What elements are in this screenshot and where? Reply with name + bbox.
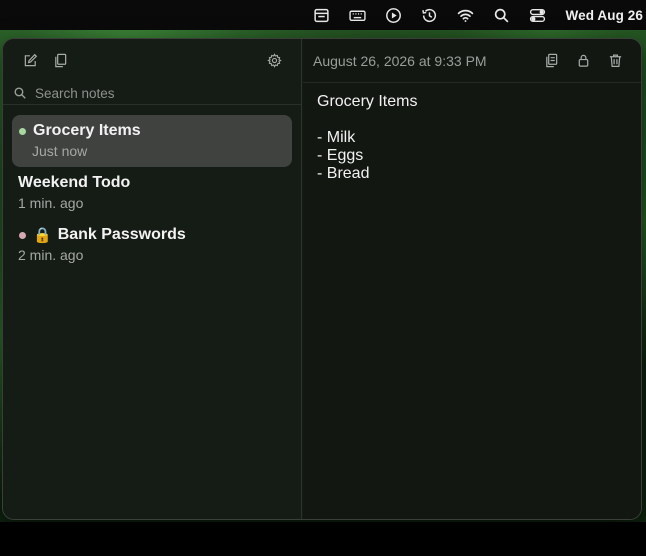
lock-icon: 🔒 <box>33 227 52 244</box>
wifi-icon[interactable] <box>447 0 483 30</box>
editor-toolbar: August 26, 2026 at 9:33 PM <box>303 39 641 83</box>
note-title: Grocery Items <box>33 122 141 139</box>
duplicate-note-button[interactable] <box>45 47 75 73</box>
notes-sidebar: Grocery Items Just now Weekend Todo 1 mi… <box>3 39 302 519</box>
copy-note-button[interactable] <box>535 48 567 74</box>
note-color-dot <box>19 127 26 135</box>
list-item[interactable]: Grocery Items Just now <box>12 115 292 167</box>
list-item[interactable]: Weekend Todo 1 min. ago <box>12 167 292 219</box>
sidebar-toolbar <box>3 39 301 81</box>
history-icon[interactable] <box>411 0 447 30</box>
note-timestamp: 1 min. ago <box>18 195 84 211</box>
delete-note-button[interactable] <box>599 48 631 74</box>
control-center-icon[interactable] <box>519 0 555 30</box>
note-timestamp: 2 min. ago <box>18 247 84 263</box>
note-date: August 26, 2026 at 9:33 PM <box>313 52 487 69</box>
play-icon[interactable] <box>375 0 411 30</box>
search-icon <box>13 86 28 101</box>
notes-list: Grocery Items Just now Weekend Todo 1 mi… <box>3 105 301 271</box>
notes-popover: Grocery Items Just now Weekend Todo 1 mi… <box>2 38 642 520</box>
note-title-row: 🔒 Bank Passwords <box>18 225 286 245</box>
search-input[interactable] <box>35 85 275 101</box>
search-bar[interactable] <box>3 81 301 105</box>
keyboard-icon[interactable] <box>339 0 375 30</box>
sidebar-header <box>3 39 301 105</box>
note-content[interactable]: Grocery Items - Milk - Eggs - Bread <box>303 83 641 193</box>
note-editor: August 26, 2026 at 9:33 PM Grocery Items… <box>303 39 641 519</box>
lock-note-button[interactable] <box>567 48 599 74</box>
menu-bar-clock[interactable]: Wed Aug 26 <box>555 8 646 23</box>
note-title-row: Grocery Items <box>18 121 286 141</box>
new-note-button[interactable] <box>15 47 45 73</box>
list-item[interactable]: 🔒 Bank Passwords 2 min. ago <box>12 219 292 271</box>
note-color-dot <box>19 231 26 239</box>
notes-menu-icon[interactable] <box>303 0 339 30</box>
settings-button[interactable] <box>259 47 289 73</box>
note-title: Bank Passwords <box>57 226 186 243</box>
note-title-row: Weekend Todo <box>18 173 286 193</box>
menu-bar: Wed Aug 26 <box>0 0 646 30</box>
note-timestamp: Just now <box>32 143 88 159</box>
search-icon[interactable] <box>483 0 519 30</box>
note-title: Weekend Todo <box>18 174 131 191</box>
screen-bottom <box>0 522 646 556</box>
